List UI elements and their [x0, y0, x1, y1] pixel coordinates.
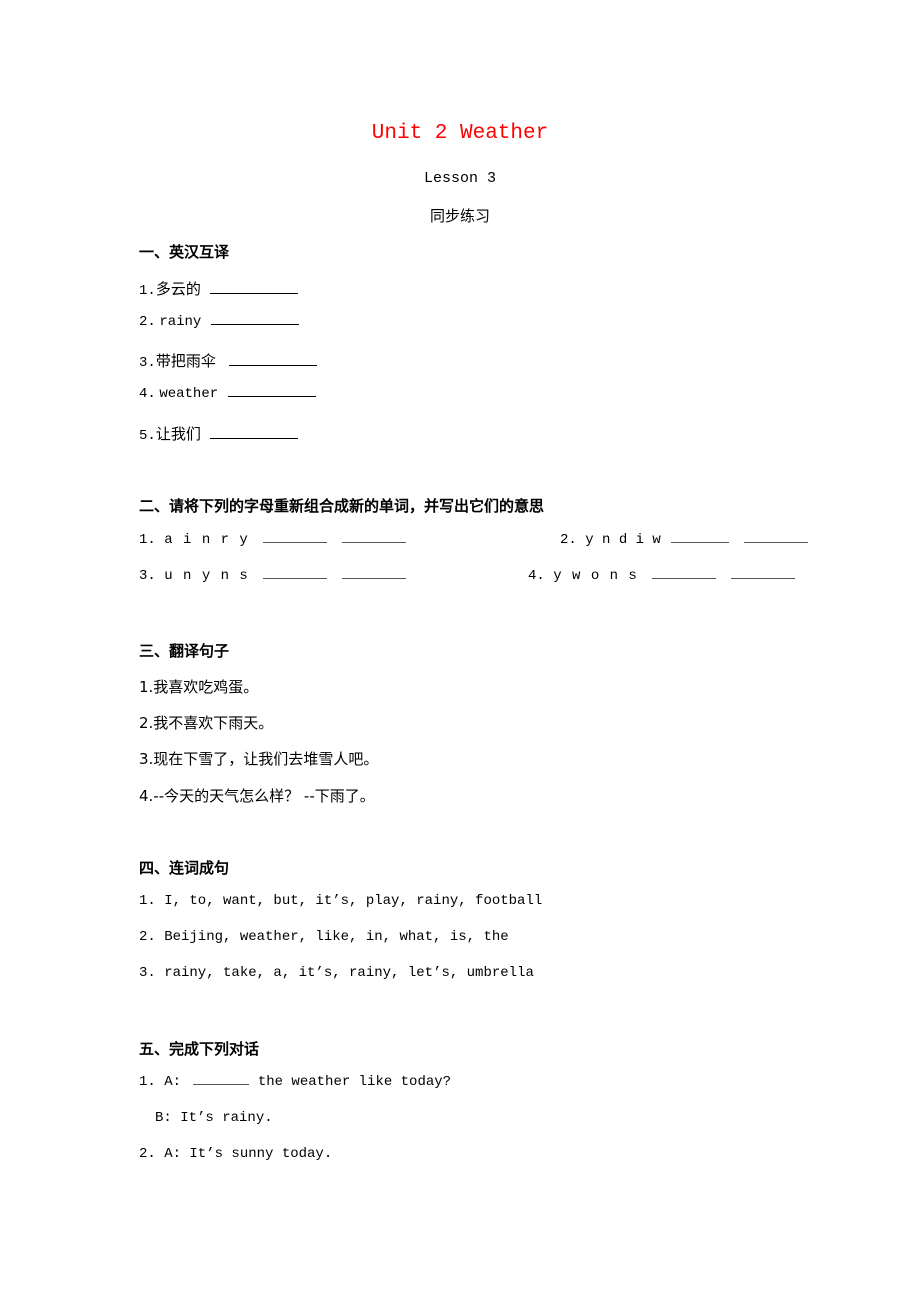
answer-blank[interactable]	[210, 437, 299, 439]
item-number: 4.	[139, 386, 156, 402]
section2-heading: 二、请将下列的字母重新组合成新的单词，并写出它们的意思	[139, 497, 545, 515]
translation-sentence: 4.--今天的天气怎么样？ --下雨了。	[139, 787, 375, 805]
item-number: 3.	[139, 355, 156, 371]
item-text: 多云的	[155, 280, 201, 298]
item-text: rainy	[159, 314, 202, 330]
scramble-item: 2. y n d i w	[560, 532, 808, 548]
item-number: 4.	[528, 568, 545, 584]
lesson-label: Lesson 3	[423, 170, 496, 187]
document-title: Unit 2 Weather	[371, 122, 549, 145]
item-number: 3.	[139, 568, 156, 584]
section4-heading: 四、连词成句	[139, 859, 230, 877]
scrambled-letters: y n d i w	[585, 532, 661, 548]
section1-item: 1.多云的	[139, 278, 299, 299]
item-text: weather	[159, 386, 219, 402]
scramble-item: 1. a i n r y	[139, 532, 406, 548]
scramble-item: 4. y w o n s	[528, 568, 795, 584]
section1-item: 4. weather	[139, 386, 316, 402]
word-order-item: 3. rainy, take, a, it’s, rainy, let’s, u…	[139, 965, 534, 981]
word-order-item: 1. I, to, want, but, it’s, play, rainy, …	[139, 893, 543, 909]
meaning-blank[interactable]	[341, 577, 406, 579]
word-blank[interactable]	[671, 541, 730, 543]
subtitle: 同步练习	[429, 207, 490, 225]
meaning-blank[interactable]	[341, 541, 406, 543]
section1-heading: 一、英汉互译	[139, 243, 230, 261]
word-blank[interactable]	[263, 541, 328, 543]
item-number: 5.	[139, 428, 156, 444]
item-number: 1.	[139, 283, 156, 299]
scrambled-letters: a i n r y	[164, 532, 249, 548]
item-text: 让我们	[155, 425, 201, 443]
section3-heading: 三、翻译句子	[139, 642, 230, 660]
item-number: 2.	[560, 532, 577, 548]
section1-item: 5.让我们	[139, 423, 299, 444]
meaning-blank[interactable]	[743, 541, 808, 543]
word-order-item: 2. Beijing, weather, like, in, what, is,…	[139, 929, 509, 945]
scrambled-letters: y w o n s	[553, 568, 638, 584]
dialogue-blank[interactable]	[193, 1083, 250, 1085]
dialogue-line: 2. A: It’s sunny today.	[139, 1146, 333, 1162]
section1-item: 2. rainy	[139, 314, 299, 330]
speaker-label: 1. A:	[139, 1074, 182, 1090]
answer-blank[interactable]	[227, 395, 316, 397]
translation-sentence: 3.现在下雪了，让我们去堆雪人吧。	[139, 750, 379, 768]
dialogue-text: the weather like today?	[257, 1074, 452, 1090]
answer-blank[interactable]	[229, 364, 318, 366]
word-blank[interactable]	[263, 577, 328, 579]
dialogue-line: B: It’s rainy.	[155, 1110, 273, 1126]
meaning-blank[interactable]	[730, 577, 795, 579]
answer-blank[interactable]	[210, 323, 299, 325]
section5-heading: 五、完成下列对话	[139, 1040, 260, 1058]
scramble-item: 3. u n y n s	[139, 568, 406, 584]
translation-sentence: 2.我不喜欢下雨天。	[139, 714, 274, 732]
section1-item: 3.带把雨伞	[139, 350, 318, 371]
translation-sentence: 1.我喜欢吃鸡蛋。	[139, 678, 259, 696]
dialogue-line: 1. A: the weather like today?	[139, 1074, 451, 1090]
answer-blank[interactable]	[210, 292, 299, 294]
item-number: 2.	[139, 314, 156, 330]
item-number: 1.	[139, 532, 156, 548]
scrambled-letters: u n y n s	[164, 568, 249, 584]
item-text: 带把雨伞	[155, 352, 216, 370]
word-blank[interactable]	[652, 577, 717, 579]
